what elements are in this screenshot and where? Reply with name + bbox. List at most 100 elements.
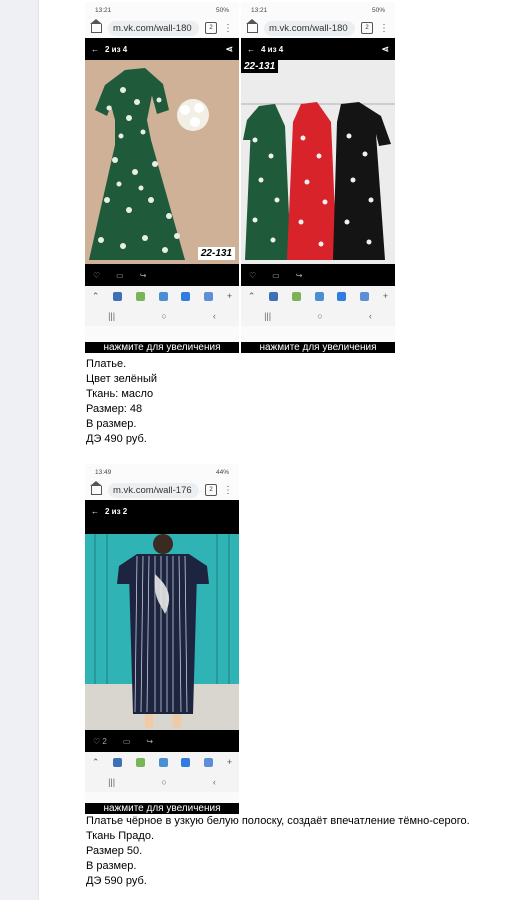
status-bar: 13:21 50% bbox=[241, 2, 395, 18]
url-field[interactable]: m.vk.com/wall-180 bbox=[264, 20, 355, 36]
app-icon-5[interactable] bbox=[204, 757, 214, 767]
post1-description: Платье. Цвет зелёный Ткань: масло Размер… bbox=[86, 357, 157, 447]
share-icon[interactable]: ⋖ bbox=[225, 44, 233, 55]
browser-toolbar: ⌃ + bbox=[85, 286, 239, 306]
app-icon-1[interactable] bbox=[113, 757, 123, 767]
photo-green-dress[interactable]: 22-131 bbox=[85, 60, 239, 264]
app-icon-1[interactable] bbox=[269, 291, 279, 301]
app-icon-3[interactable] bbox=[314, 291, 324, 301]
photo-viewer: ← 4 из 4 ⋖ 22-131 ♡ ▭ ↪ bbox=[241, 38, 395, 286]
zoom-hint-2[interactable]: нажмите для увеличения bbox=[241, 342, 395, 353]
three-dresses-image bbox=[241, 60, 395, 264]
home-icon[interactable] bbox=[90, 18, 102, 33]
battery-level: 50% bbox=[371, 6, 385, 14]
heart-icon[interactable]: ♡ bbox=[93, 271, 100, 280]
description-line: ДЭ 590 руб. bbox=[86, 875, 147, 887]
app-icon-5[interactable] bbox=[360, 291, 370, 301]
tabs-icon[interactable]: 2 bbox=[205, 484, 217, 496]
address-bar: m.vk.com/wall-176 2 ⋮ bbox=[85, 480, 239, 500]
recents-icon[interactable]: ||| bbox=[108, 777, 115, 787]
photo-actions: ♡ ▭ ↪ bbox=[85, 264, 239, 286]
photo-actions: ♡ ▭ ↪ bbox=[241, 264, 395, 286]
share-icon[interactable]: ⋖ bbox=[381, 44, 389, 55]
plus-icon[interactable]: + bbox=[227, 291, 232, 301]
repost-icon[interactable]: ↪ bbox=[140, 271, 147, 280]
post1-screenshot-1[interactable]: 13:21 50% m.vk.com/wall-180 2 ⋮ ← 2 из 4… bbox=[85, 2, 239, 352]
app-icon-3[interactable] bbox=[158, 291, 168, 301]
comment-icon[interactable]: ▭ bbox=[272, 271, 280, 280]
back-arrow-icon[interactable]: ← bbox=[91, 45, 99, 54]
battery-level: 44% bbox=[215, 468, 229, 476]
photo-actions: ♡ 2 ▭ ↪ bbox=[85, 730, 239, 752]
zoom-hint-1[interactable]: нажмите для увеличения bbox=[85, 342, 239, 353]
more-vert-icon[interactable]: ⋮ bbox=[223, 23, 233, 34]
url-field[interactable]: m.vk.com/wall-176 bbox=[108, 482, 199, 498]
more-vert-icon[interactable]: ⋮ bbox=[379, 23, 389, 34]
app-icon-2[interactable] bbox=[135, 757, 145, 767]
tabs-icon[interactable]: 2 bbox=[205, 22, 217, 34]
app-icon-4[interactable] bbox=[181, 757, 191, 767]
photo-viewer: ← 2 из 4 ⋖ 22-131 ♡ ▭ ↪ bbox=[85, 38, 239, 286]
photo-three-dresses[interactable]: 22-131 bbox=[241, 60, 395, 264]
home-button-icon[interactable]: ○ bbox=[317, 311, 322, 321]
post2-screenshot[interactable]: 13:49 44% m.vk.com/wall-176 2 ⋮ ← 2 из 2 bbox=[85, 464, 239, 813]
app-icon-4[interactable] bbox=[181, 291, 191, 301]
description-line: Ткань: масло bbox=[86, 388, 154, 400]
description-line: Размер 50. bbox=[86, 845, 143, 857]
likes-count: 2 bbox=[102, 736, 107, 746]
photo-striped-dress[interactable] bbox=[85, 534, 239, 730]
description-line: Ткань Прадо. bbox=[86, 830, 155, 842]
photo-counter: 2 из 2 bbox=[105, 506, 128, 516]
app-icon-4[interactable] bbox=[337, 291, 347, 301]
status-time: 13:49 bbox=[95, 468, 112, 476]
description-line: В размер. bbox=[86, 418, 137, 430]
back-icon[interactable]: ‹ bbox=[213, 311, 216, 321]
app-icon-1[interactable] bbox=[113, 291, 123, 301]
chevron-up-icon[interactable]: ⌃ bbox=[92, 757, 100, 768]
repost-icon[interactable]: ↪ bbox=[296, 271, 303, 280]
chevron-up-icon[interactable]: ⌃ bbox=[92, 291, 100, 302]
address-bar: m.vk.com/wall-180 2 ⋮ bbox=[241, 18, 395, 38]
comment-icon[interactable]: ▭ bbox=[116, 271, 124, 280]
tabs-icon[interactable]: 2 bbox=[361, 22, 373, 34]
recents-icon[interactable]: ||| bbox=[108, 311, 115, 321]
heart-icon[interactable]: ♡ bbox=[249, 271, 256, 280]
browser-toolbar: ⌃ + bbox=[241, 286, 395, 306]
description-line: В размер. bbox=[86, 860, 137, 872]
comment-icon[interactable]: ▭ bbox=[123, 737, 131, 746]
back-arrow-icon[interactable]: ← bbox=[247, 45, 255, 54]
app-icon-2[interactable] bbox=[291, 291, 301, 301]
address-bar: m.vk.com/wall-180 2 ⋮ bbox=[85, 18, 239, 38]
back-icon[interactable]: ‹ bbox=[369, 311, 372, 321]
home-icon[interactable] bbox=[246, 18, 258, 33]
post1-screenshot-2[interactable]: 13:21 50% m.vk.com/wall-180 2 ⋮ ← 4 из 4… bbox=[241, 2, 395, 352]
post2-description: Платье чёрное в узкую белую полоску, соз… bbox=[86, 814, 470, 889]
browser-toolbar: ⌃ + bbox=[85, 752, 239, 772]
url-field[interactable]: m.vk.com/wall-180 bbox=[108, 20, 199, 36]
recents-icon[interactable]: ||| bbox=[264, 311, 271, 321]
home-button-icon[interactable]: ○ bbox=[161, 311, 166, 321]
repost-icon[interactable]: ↪ bbox=[146, 737, 153, 746]
back-arrow-icon[interactable]: ← bbox=[91, 507, 99, 516]
back-icon[interactable]: ‹ bbox=[213, 777, 216, 787]
status-time: 13:21 bbox=[95, 6, 112, 14]
zoom-hint-3[interactable]: нажмите для увеличения bbox=[85, 803, 239, 814]
app-icon-3[interactable] bbox=[158, 757, 168, 767]
android-nav-bar: ||| ○ ‹ bbox=[85, 772, 239, 792]
app-icon-2[interactable] bbox=[135, 291, 145, 301]
description-line: Платье. bbox=[86, 358, 127, 370]
plus-icon[interactable]: + bbox=[227, 757, 232, 767]
heart-icon[interactable]: ♡ 2 bbox=[93, 737, 107, 746]
description-line: ДЭ 490 руб. bbox=[86, 433, 147, 445]
status-bar: 13:21 50% bbox=[85, 2, 239, 18]
chevron-up-icon[interactable]: ⌃ bbox=[248, 291, 256, 302]
home-icon[interactable] bbox=[90, 480, 102, 495]
home-button-icon[interactable]: ○ bbox=[161, 777, 166, 787]
plus-icon[interactable]: + bbox=[383, 291, 388, 301]
description-line: Цвет зелёный bbox=[86, 373, 158, 385]
description-line: Платье чёрное в узкую белую полоску, соз… bbox=[86, 815, 470, 827]
more-vert-icon[interactable]: ⋮ bbox=[223, 485, 233, 496]
striped-dress-image bbox=[85, 534, 239, 730]
app-icon-5[interactable] bbox=[204, 291, 214, 301]
status-time: 13:21 bbox=[251, 6, 268, 14]
